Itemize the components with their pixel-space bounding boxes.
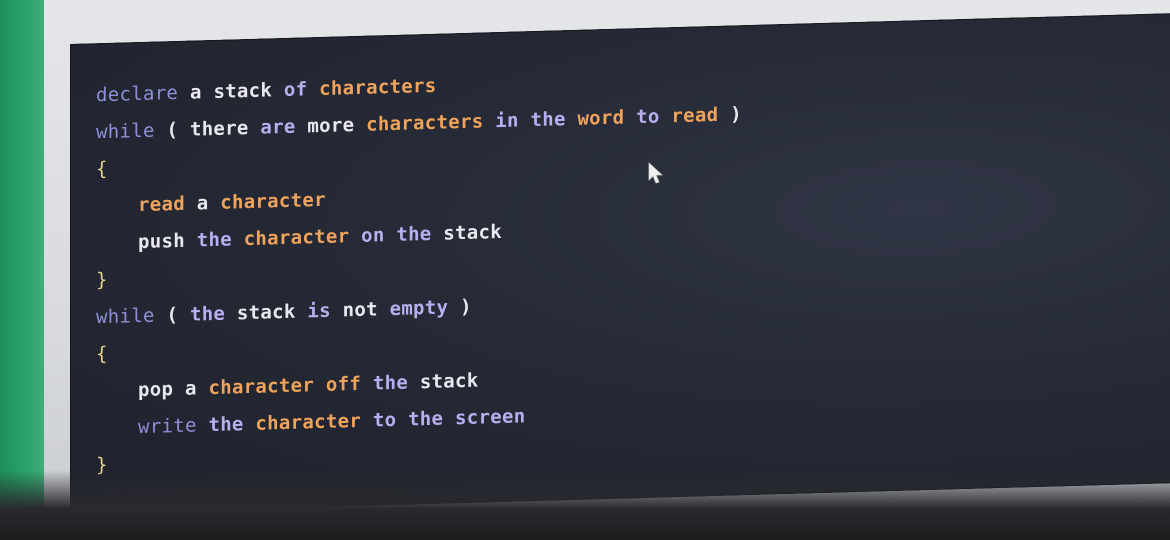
code-token: declare bbox=[96, 81, 179, 107]
code-token: push bbox=[138, 229, 185, 254]
code-token: is bbox=[307, 299, 331, 323]
code-token: of bbox=[283, 78, 308, 102]
code-token: word bbox=[577, 106, 625, 130]
mouse-pointer-icon bbox=[648, 162, 664, 184]
code-token: character bbox=[255, 409, 362, 435]
code-token: the bbox=[196, 228, 232, 252]
code-token: character bbox=[208, 374, 315, 400]
code-token: stack bbox=[419, 369, 479, 394]
code-token: not bbox=[342, 298, 378, 322]
code-token: the bbox=[530, 108, 566, 132]
code-token: { bbox=[96, 342, 108, 366]
code-token: stack bbox=[236, 300, 296, 325]
code-token: character bbox=[220, 188, 326, 214]
code-editor-panel: declare a stack of characters while ( the… bbox=[70, 12, 1170, 514]
code-token: stack bbox=[213, 79, 273, 103]
code-token: ) bbox=[730, 103, 742, 126]
code-token: a bbox=[184, 377, 197, 400]
code-token: in bbox=[495, 109, 519, 133]
code-token: pop bbox=[138, 378, 174, 402]
code-token: are bbox=[260, 115, 296, 139]
code-token: on bbox=[361, 224, 385, 247]
green-window-edge bbox=[0, 0, 44, 520]
code-token: characters bbox=[366, 110, 484, 136]
code-token: write bbox=[138, 414, 197, 439]
pseudocode-block: declare a stack of characters while ( the… bbox=[96, 59, 742, 484]
code-token: more bbox=[307, 114, 355, 138]
code-token: there bbox=[189, 117, 249, 141]
code-token: read bbox=[138, 192, 185, 217]
code-token: } bbox=[96, 268, 108, 292]
code-token: { bbox=[96, 157, 108, 181]
code-token: ( bbox=[166, 303, 179, 327]
photo-scene: declare a stack of characters while ( the… bbox=[0, 0, 1170, 540]
code-token: read bbox=[671, 103, 719, 128]
code-token: to bbox=[636, 105, 660, 129]
code-token: to bbox=[372, 408, 397, 432]
code-token: the bbox=[189, 302, 226, 326]
code-token: ) bbox=[460, 295, 472, 319]
code-token: while bbox=[96, 304, 155, 329]
code-token: off bbox=[325, 372, 362, 396]
code-token: a bbox=[189, 81, 202, 104]
code-token: the bbox=[396, 222, 432, 246]
code-token: ( bbox=[166, 118, 179, 142]
code-token: characters bbox=[319, 74, 437, 101]
code-token: a bbox=[196, 192, 209, 215]
code-token: empty bbox=[389, 296, 449, 321]
code-token: screen bbox=[455, 405, 526, 430]
code-token: while bbox=[96, 119, 155, 144]
code-token: stack bbox=[443, 220, 502, 245]
code-token: the bbox=[208, 413, 244, 437]
code-token: the bbox=[408, 407, 444, 431]
monitor-bezel-shadow bbox=[0, 470, 1170, 540]
code-token: character bbox=[243, 225, 350, 251]
code-token: the bbox=[372, 371, 409, 395]
